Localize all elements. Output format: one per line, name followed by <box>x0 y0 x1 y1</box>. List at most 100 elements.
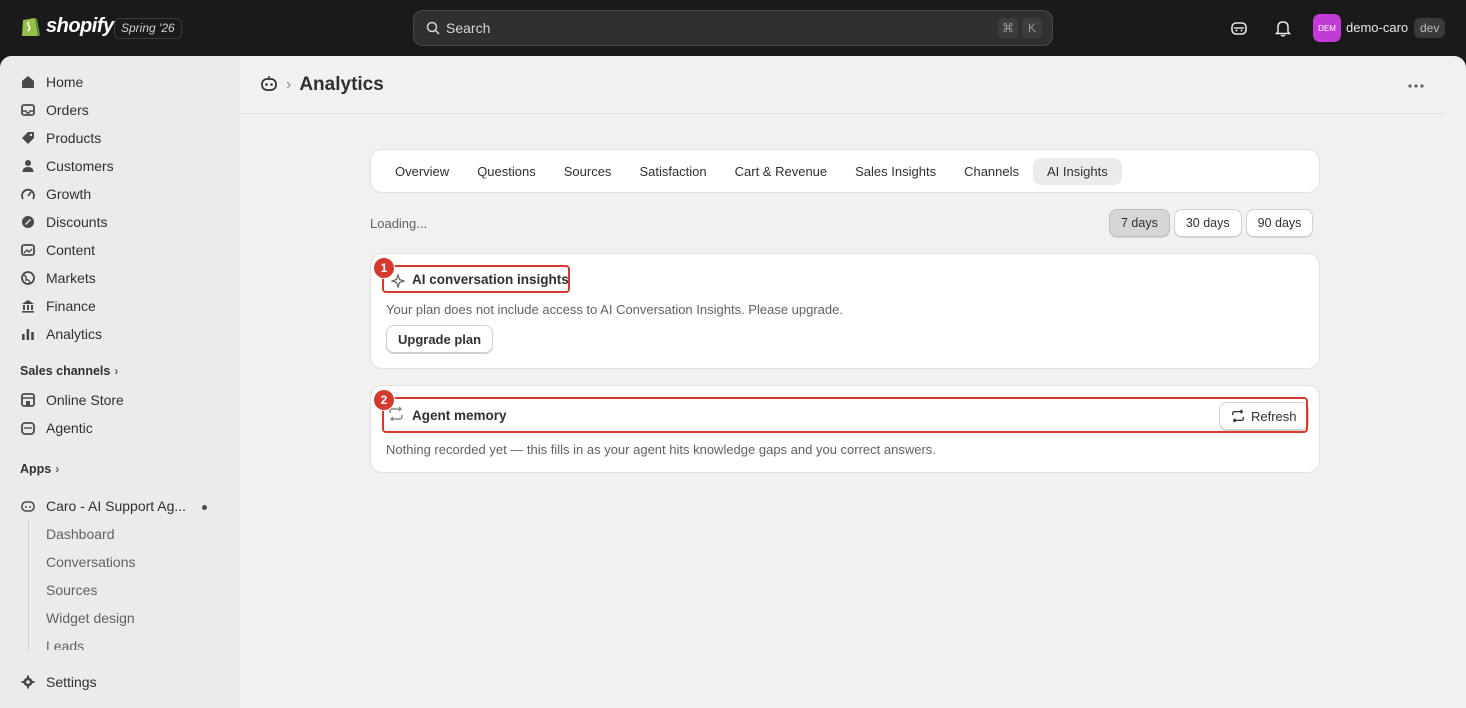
apps-heading[interactable]: Apps › <box>20 462 59 476</box>
sidebar-item-label: Caro - AI Support Ag... <box>46 498 187 514</box>
sidebar-item-customers[interactable]: Customers <box>12 152 228 180</box>
sidebar-item-products[interactable]: Products <box>12 124 228 152</box>
loading-status: Loading... <box>370 216 428 231</box>
sidebar-item-caro-app[interactable]: Caro - AI Support Ag... <box>12 492 228 520</box>
memory-empty-message: Nothing recorded yet — this fills in as … <box>386 442 936 457</box>
sidebar-item-orders[interactable]: Orders <box>12 96 228 124</box>
sidebar-item-label: Finance <box>46 298 96 314</box>
shortcut-k: K <box>1022 18 1042 38</box>
main-content: › Analytics Overview Questions Sources S… <box>240 56 1466 708</box>
sidebar-item-markets[interactable]: Markets <box>12 264 228 292</box>
chevron-right-icon: › <box>55 462 60 476</box>
admin-frame: Home Orders Products Customers Growth Di… <box>0 56 1466 708</box>
subnav-dashboard[interactable]: Dashboard <box>46 526 115 542</box>
robot-icon <box>20 498 36 514</box>
tab-overview[interactable]: Overview <box>381 158 463 185</box>
inbox-icon <box>20 102 36 118</box>
upgrade-message: Your plan does not include access to AI … <box>386 302 843 317</box>
sidebar-item-label: Orders <box>46 102 89 118</box>
sidebar-item-label: Growth <box>46 186 92 202</box>
tab-sales-insights[interactable]: Sales Insights <box>841 158 950 185</box>
robot-face-icon <box>1231 22 1247 35</box>
highlight-box-1 <box>382 265 570 293</box>
sidebar-item-label: Home <box>46 74 84 90</box>
gear-icon <box>20 674 36 690</box>
store-icon <box>20 392 36 408</box>
tab-ai-insights[interactable]: AI Insights <box>1033 157 1122 185</box>
sidebar-item-finance[interactable]: Finance <box>12 292 228 320</box>
range-30-days-button[interactable]: 30 days <box>1173 209 1242 237</box>
shopify-logo[interactable]: shopify <box>20 14 114 38</box>
shortcut-cmd: ⌘ <box>998 18 1018 38</box>
tab-questions[interactable]: Questions <box>463 158 550 185</box>
unread-dot <box>202 505 207 510</box>
range-90-days-button[interactable]: 90 days <box>1245 209 1314 237</box>
annotation-marker-2: 2 <box>373 389 395 411</box>
sidebar-item-agentic[interactable]: Agentic <box>12 414 228 442</box>
notifications-bell-icon[interactable] <box>1273 18 1293 38</box>
bank-icon <box>20 298 36 314</box>
sidebar-item-label: Agentic <box>46 420 93 436</box>
top-bar: shopify Spring '26 Search ⌘ K DEM demo-c… <box>0 0 1466 56</box>
analytics-tabs: Overview Questions Sources Satisfaction … <box>370 149 1320 193</box>
sidebar-item-growth[interactable]: Growth <box>12 180 228 208</box>
sales-channels-heading[interactable]: Sales channels › <box>20 364 118 378</box>
tag-icon <box>20 130 36 146</box>
globe-icon <box>20 270 36 286</box>
sidebar-item-home[interactable]: Home <box>12 68 228 96</box>
sidebar-item-label: Customers <box>46 158 114 174</box>
bell-icon <box>1275 21 1291 37</box>
home-icon <box>20 74 36 90</box>
tab-satisfaction[interactable]: Satisfaction <box>625 158 720 185</box>
highlight-box-2 <box>382 397 1308 433</box>
upgrade-plan-button[interactable]: Upgrade plan <box>386 325 494 353</box>
apps-label: Apps <box>20 462 52 476</box>
search-icon <box>426 21 440 35</box>
breadcrumb: › Analytics <box>260 74 384 96</box>
annotation-marker-1: 1 <box>373 257 395 279</box>
bar-chart-icon <box>20 326 36 342</box>
store-avatar[interactable]: DEM <box>1313 14 1341 42</box>
sidebar-item-settings[interactable]: Settings <box>12 668 228 696</box>
image-icon <box>20 242 36 258</box>
subnav-guide-line <box>28 520 29 650</box>
header-divider <box>240 113 1446 114</box>
agent-icon <box>20 420 36 436</box>
env-badge: dev <box>1414 18 1446 38</box>
store-name[interactable]: demo-caro <box>1346 20 1408 35</box>
chevron-right-icon: › <box>114 364 119 378</box>
sidebar-item-discounts[interactable]: Discounts <box>12 208 228 236</box>
tab-sources[interactable]: Sources <box>550 158 626 185</box>
page-title: Analytics <box>299 74 384 95</box>
more-actions-button[interactable] <box>1402 76 1430 96</box>
sidebar-item-label: Markets <box>46 270 96 286</box>
sales-channels-label: Sales channels <box>20 364 111 378</box>
ellipsis-icon <box>1408 84 1424 88</box>
sidebar-item-label: Products <box>46 130 102 146</box>
app-robot-icon[interactable] <box>260 75 278 96</box>
brand-name: shopify <box>46 14 114 37</box>
date-range-selector: 7 days 30 days 90 days <box>1109 209 1314 237</box>
sidebar-item-label: Discounts <box>46 214 108 230</box>
gauge-icon <box>20 186 36 202</box>
sidebar: Home Orders Products Customers Growth Di… <box>0 56 240 708</box>
shopify-bag-icon <box>22 18 40 36</box>
search-placeholder: Search <box>446 20 491 36</box>
edition-badge[interactable]: Spring '26 <box>114 18 182 39</box>
sidebar-item-label: Settings <box>46 674 97 690</box>
discount-icon <box>20 214 36 230</box>
range-7-days-button[interactable]: 7 days <box>1109 209 1170 237</box>
sidebar-item-online-store[interactable]: Online Store <box>12 386 228 414</box>
sidebar-item-content[interactable]: Content <box>12 236 228 264</box>
sidebar-item-analytics[interactable]: Analytics <box>12 320 228 348</box>
sidebar-item-label: Online Store <box>46 392 124 408</box>
search-bar[interactable]: Search ⌘ K <box>413 10 1053 46</box>
sidebar-item-label: Content <box>46 242 96 258</box>
tab-cart-revenue[interactable]: Cart & Revenue <box>721 158 842 185</box>
subnav-leads[interactable]: Leads <box>46 638 84 650</box>
tab-channels[interactable]: Channels <box>950 158 1033 185</box>
subnav-widget-design[interactable]: Widget design <box>46 610 135 626</box>
subnav-sources[interactable]: Sources <box>46 582 97 598</box>
sidekick-icon[interactable] <box>1229 18 1249 38</box>
subnav-conversations[interactable]: Conversations <box>46 554 136 570</box>
